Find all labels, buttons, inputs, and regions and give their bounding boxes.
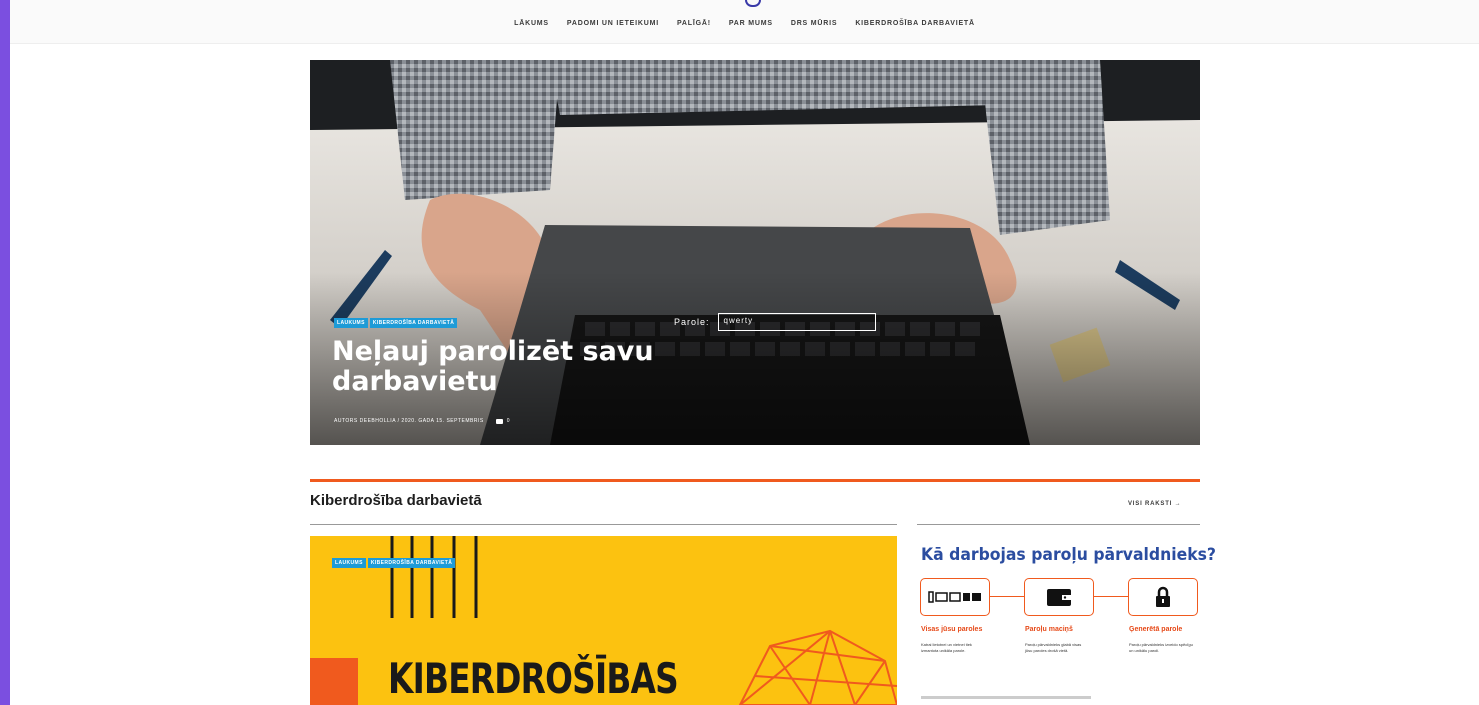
wallet-box — [1024, 578, 1094, 616]
category-badge[interactable]: LAUKUMS — [332, 558, 366, 568]
devices-box — [920, 578, 990, 616]
password-overlay: Parole: qwerty — [674, 313, 876, 331]
site-header: LĀKUMS PADOMI UN IETEIKUMI PALĪGĀ! PAR M… — [10, 0, 1479, 44]
comment-count[interactable]: 0 — [507, 418, 510, 424]
section-divider — [310, 479, 1200, 482]
lock-icon — [1156, 586, 1170, 607]
section-title: Kiberdrošība darbavietā — [310, 492, 482, 509]
column-rule-left — [310, 524, 897, 525]
hero-title[interactable]: Neļauj parolizēt savu darbavietu — [332, 337, 732, 397]
hero-author-date: AUTORS DEEBHOLLIA / 2020. GADA 15. SEPTE… — [334, 418, 484, 424]
card-category-badges: LAUKUMS KIBERDROŠĪBA DARBAVIETĀ — [332, 558, 456, 568]
nav-item-about[interactable]: PAR MUMS — [729, 20, 773, 27]
hero-article[interactable]: Parole: qwerty LAUKUMS KIBERDROŠĪBA DARB… — [310, 60, 1200, 445]
comment-icon — [495, 418, 503, 424]
password-field: qwerty — [717, 313, 876, 331]
nav-item-workplace[interactable]: KIBERDROŠĪBA DARBAVIETĀ — [855, 20, 975, 27]
lock-box — [1128, 578, 1198, 616]
nav-item-wall[interactable]: DRS MŪRIS — [791, 20, 837, 27]
step-description: Paroļu pārvaldnieks glabā visas jūsu par… — [1025, 642, 1082, 653]
featured-article-card[interactable]: LAUKUMS KIBERDROŠĪBA DARBAVIETĀ KIBERDRO… — [310, 536, 897, 705]
flow-arrow — [1094, 596, 1128, 597]
category-badge[interactable]: LAUKUMS — [334, 318, 368, 328]
step-label: Paroļu maciņš — [1025, 626, 1073, 633]
main-nav: LĀKUMS PADOMI UN IETEIKUMI PALĪGĀ! PAR M… — [10, 20, 1479, 27]
wallet-icon — [1047, 589, 1071, 606]
infographic-footer-line — [921, 696, 1091, 699]
nav-item-home[interactable]: LĀKUMS — [514, 20, 549, 27]
nav-item-help[interactable]: PALĪGĀ! — [677, 20, 711, 27]
category-badge[interactable]: KIBERDROŠĪBA DARBAVIETĀ — [367, 558, 456, 568]
orange-accent-block — [310, 658, 358, 705]
nav-item-tips[interactable]: PADOMI UN IETEIKUMI — [567, 20, 659, 27]
hero-category-badges: LAUKUMS KIBERDROŠĪBA DARBAVIETĀ — [334, 318, 458, 328]
step-label: Visas jūsu paroles — [921, 626, 983, 633]
infographic-title: Kā darbojas paroļu pārvaldnieks? — [921, 545, 1217, 565]
devices-icon — [928, 591, 981, 603]
card-headline: KIBERDROŠĪBAS — [388, 654, 679, 703]
step-description: Paroļu pārvaldnieks izveido spēcīgu un u… — [1129, 642, 1193, 653]
step-label: Ģenerētā parole — [1129, 626, 1183, 633]
flow-arrow — [990, 596, 1024, 597]
password-manager-infographic[interactable]: Kā darbojas paroļu pārvaldnieks? Visas j… — [917, 536, 1216, 705]
step-description: Katrai lietotnei un vietnei tiek izmanto… — [921, 642, 972, 653]
category-badge[interactable]: KIBERDROŠĪBA DARBAVIETĀ — [369, 318, 458, 328]
left-accent-strip — [0, 0, 10, 705]
site-logo[interactable] — [745, 0, 761, 7]
password-label: Parole: — [674, 317, 710, 327]
hero-meta: AUTORS DEEBHOLLIA / 2020. GADA 15. SEPTE… — [334, 418, 510, 424]
column-rule-right — [917, 524, 1200, 525]
view-all-link[interactable]: VISI RAKSTI → — [1128, 501, 1181, 507]
